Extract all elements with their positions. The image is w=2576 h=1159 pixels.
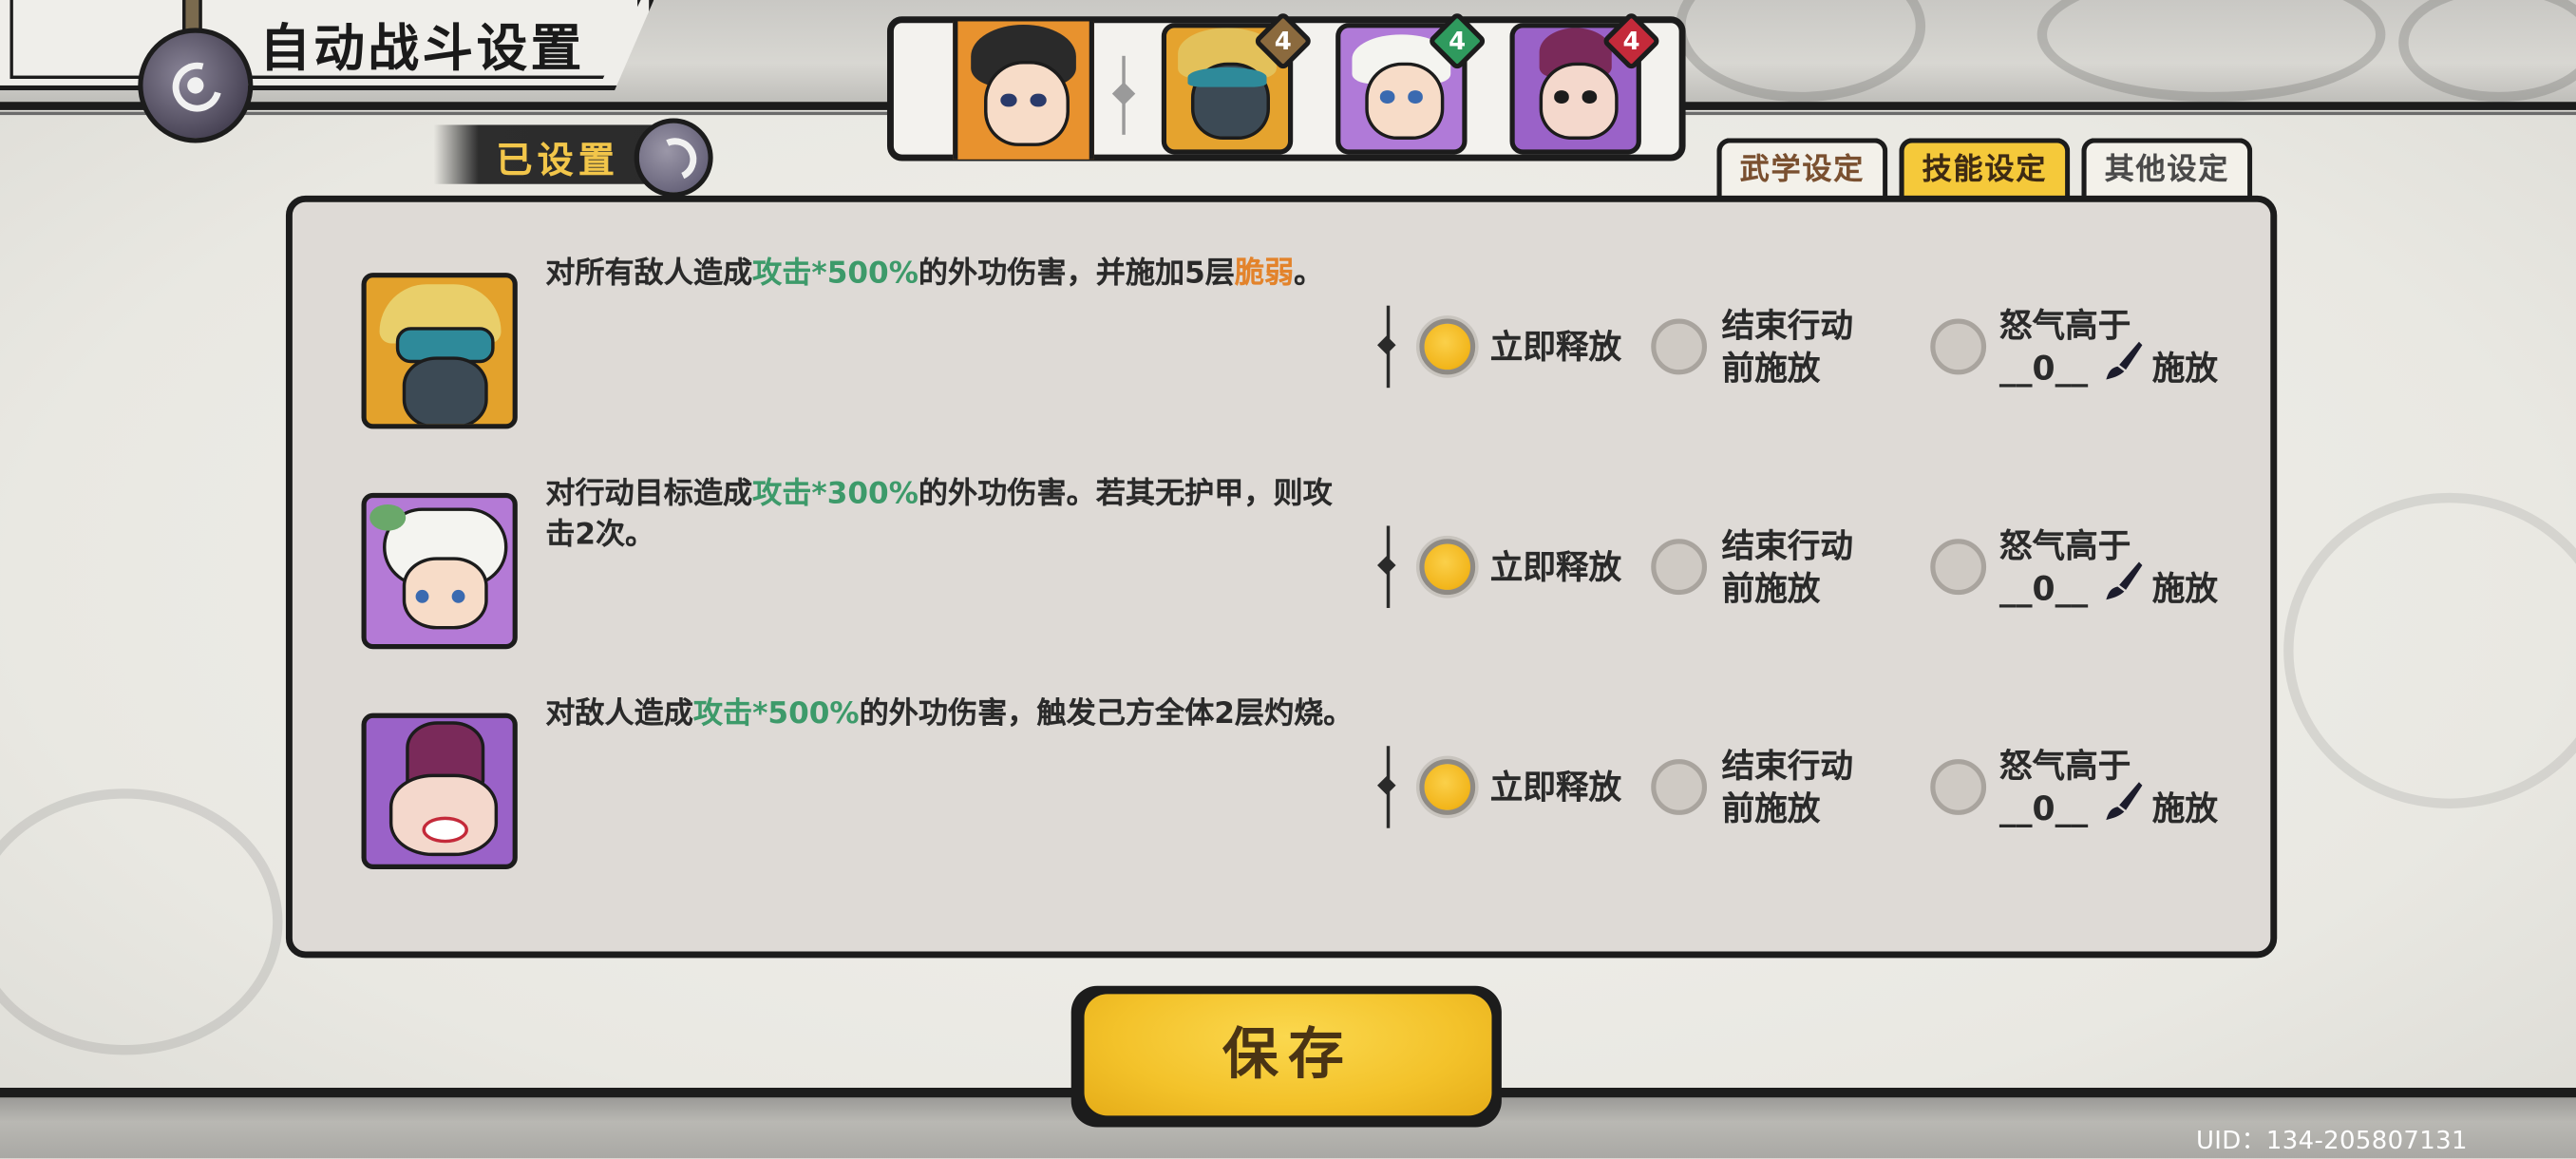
radio-before-end[interactable]	[1651, 539, 1708, 596]
radio-immediate[interactable]	[1419, 759, 1476, 815]
radio-before-end[interactable]	[1651, 759, 1708, 815]
tab-skill-settings[interactable]: 技能设定	[1899, 138, 2071, 198]
tab-other-settings[interactable]: 其他设定	[2081, 138, 2253, 198]
option-rage-suffix: 施放	[2151, 568, 2218, 608]
option-divider-dot	[1376, 775, 1396, 795]
rage-threshold-input[interactable]: __0__	[1999, 568, 2088, 609]
radio-before-end[interactable]	[1651, 318, 1708, 375]
option-immediate-label: 立即释放	[1489, 546, 1622, 587]
page-title: 自动战斗设置	[259, 19, 585, 80]
skill-icon-1	[361, 273, 518, 429]
save-button[interactable]: 保存	[1084, 994, 1492, 1116]
preset-status-label: 已设置	[496, 141, 620, 182]
skill-description: 对敌人造成攻击*500%的外功伤害，触发己方全体2层灼烧。	[545, 696, 1354, 732]
tab-martial-arts[interactable]: 武学设定	[1716, 138, 1888, 198]
rage-threshold-input[interactable]: __0__	[1999, 788, 2088, 829]
skill-row: 对敌人造成攻击*500%的外功伤害，触发己方全体2层灼烧。 立即释放 结束行动 …	[361, 696, 2235, 871]
decor-swirl	[0, 788, 283, 1055]
skill-description: 对所有敌人造成攻击*500%的外功伤害，并施加5层脆弱。	[545, 256, 1324, 292]
option-before-end-label-2: 前施放	[1721, 788, 1821, 828]
rage-threshold-input[interactable]: __0__	[1999, 349, 2088, 390]
leader-portrait[interactable]	[953, 21, 1094, 160]
edit-brush-icon[interactable]	[2103, 338, 2146, 381]
swap-preset-icon[interactable]	[634, 118, 713, 198]
radio-rage-threshold[interactable]	[1930, 759, 1987, 815]
option-before-end-label-1: 结束行动	[1721, 746, 1853, 786]
option-before-end-label-1: 结束行动	[1721, 305, 1853, 346]
decor-swirl	[2283, 492, 2576, 808]
option-divider-dot	[1376, 556, 1396, 575]
option-rage-suffix: 施放	[2151, 788, 2218, 828]
radio-rage-threshold[interactable]	[1930, 318, 1987, 375]
radio-rage-threshold[interactable]	[1930, 539, 1987, 596]
option-immediate-label: 立即释放	[1489, 767, 1622, 808]
skill-icon-2	[361, 492, 518, 650]
option-before-end-label-2: 前施放	[1721, 348, 1821, 389]
edit-brush-icon[interactable]	[2103, 559, 2146, 601]
edit-brush-icon[interactable]	[2103, 779, 2146, 822]
option-before-end-label-2: 前施放	[1721, 568, 1821, 608]
option-immediate-label: 立即释放	[1489, 327, 1622, 367]
radio-immediate[interactable]	[1419, 539, 1476, 596]
skill-description: 对行动目标造成攻击*300%的外功伤害。若其无护甲，则攻击2次。	[545, 476, 1333, 553]
skill-row: 对所有敌人造成攻击*500%的外功伤害，并施加5层脆弱。 立即释放 结束行动 前…	[361, 256, 2235, 430]
skill-icon-3	[361, 712, 518, 869]
settings-emblem-icon	[138, 28, 254, 143]
option-rage-suffix: 施放	[2151, 348, 2218, 389]
uid-label: UID：134-205807131	[2195, 1125, 2468, 1155]
option-divider-dot	[1376, 335, 1396, 355]
skill-row: 对行动目标造成攻击*300%的外功伤害。若其无护甲，则攻击2次。 立即释放 结束…	[361, 477, 2235, 651]
radio-immediate[interactable]	[1419, 318, 1476, 375]
option-before-end-label-1: 结束行动	[1721, 525, 1853, 565]
